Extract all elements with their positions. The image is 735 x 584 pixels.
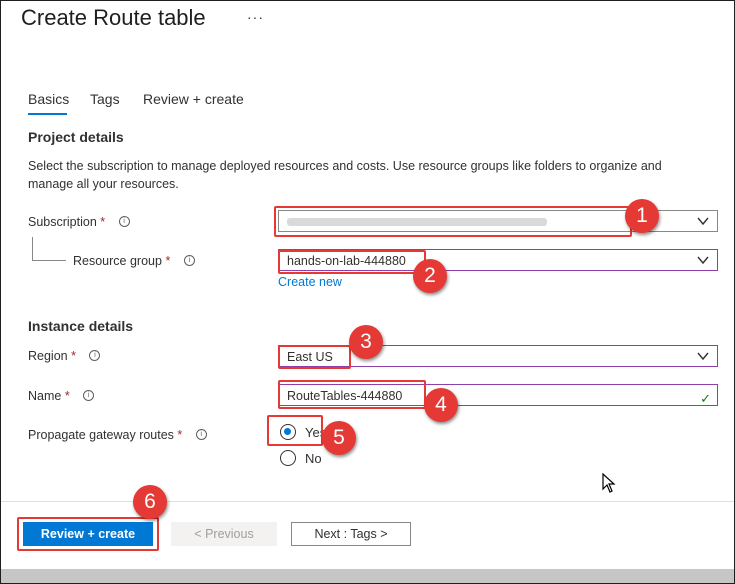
required-marker: *	[64, 389, 70, 403]
info-icon[interactable]: i	[118, 216, 130, 228]
subscription-label: Subscription * i	[28, 215, 130, 229]
name-label: Name * i	[28, 389, 95, 403]
annotation-badge-5: 5	[322, 421, 356, 455]
info-icon[interactable]: i	[183, 255, 195, 267]
annotation-badge-4: 4	[424, 388, 458, 422]
checkmark-icon: ✓	[700, 391, 711, 406]
resource-group-label-text: Resource group	[73, 254, 162, 268]
more-options-icon[interactable]: ···	[247, 9, 264, 25]
info-icon[interactable]: i	[195, 429, 207, 441]
next-tags-button[interactable]: Next : Tags >	[291, 522, 411, 546]
annotation-highlight-resource-group	[278, 250, 426, 274]
info-icon[interactable]: i	[83, 390, 95, 402]
project-details-heading: Project details	[28, 129, 124, 145]
chevron-down-icon	[697, 352, 709, 361]
tab-tags[interactable]: Tags	[90, 91, 120, 107]
resource-group-label: Resource group * i	[73, 254, 195, 268]
info-icon[interactable]: i	[89, 350, 101, 362]
tree-connector	[32, 237, 33, 261]
chevron-down-icon	[697, 217, 709, 226]
project-details-description: Select the subscription to manage deploy…	[28, 159, 662, 191]
create-route-table-blade: Create Route table ··· Basics Tags Revie…	[0, 0, 735, 584]
annotation-badge-6: 6	[133, 485, 167, 519]
instance-details-heading: Instance details	[28, 318, 134, 334]
required-marker: *	[71, 349, 76, 363]
create-new-link[interactable]: Create new	[278, 275, 342, 289]
propagate-no-radio[interactable]	[280, 450, 296, 466]
annotation-badge-2: 2	[413, 259, 447, 293]
active-tab-indicator	[28, 113, 67, 115]
tree-connector	[32, 260, 66, 261]
horizontal-scrollbar[interactable]	[1, 569, 734, 583]
subscription-label-text: Subscription	[28, 215, 97, 229]
propagate-no-label[interactable]: No	[305, 451, 322, 466]
region-label-text: Region	[28, 349, 68, 363]
mouse-cursor-icon	[602, 473, 616, 493]
annotation-highlight-region	[278, 345, 351, 369]
annotation-highlight-subscription	[274, 206, 632, 237]
chevron-down-icon	[697, 256, 709, 265]
previous-button[interactable]: < Previous	[171, 522, 277, 546]
tab-basics[interactable]: Basics	[28, 91, 69, 107]
name-label-text: Name	[28, 389, 62, 403]
annotation-badge-3: 3	[349, 325, 383, 359]
tab-review-create[interactable]: Review + create	[143, 91, 244, 107]
propagate-routes-label-text: Propagate gateway routes	[28, 428, 174, 442]
annotation-highlight-propagate	[267, 415, 323, 446]
annotation-highlight-review-create	[17, 517, 159, 551]
required-marker: *	[165, 254, 171, 268]
required-marker: *	[100, 215, 106, 229]
annotation-badge-1: 1	[625, 199, 659, 233]
region-label: Region * i	[28, 349, 101, 363]
page-title: Create Route table	[21, 5, 206, 30]
annotation-highlight-name	[278, 380, 426, 409]
required-marker: *	[177, 428, 183, 442]
propagate-routes-label: Propagate gateway routes * i	[28, 428, 207, 442]
footer-divider	[1, 501, 734, 502]
